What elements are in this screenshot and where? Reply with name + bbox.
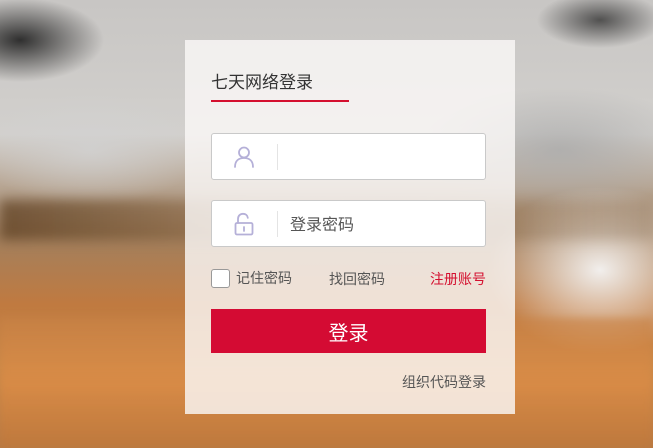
password-field[interactable] [211, 200, 486, 247]
lock-icon [232, 212, 256, 236]
tab-active-underline [211, 100, 349, 102]
username-field[interactable] [211, 133, 486, 180]
login-panel: 七天网络登录 记住密码 找回密码 注册账号 登录 组织代码登录 [185, 40, 515, 414]
register-account-link[interactable]: 注册账号 [430, 269, 486, 289]
login-button[interactable]: 登录 [211, 309, 486, 353]
remember-checkbox[interactable] [211, 268, 230, 288]
password-input[interactable] [290, 209, 475, 239]
remember-label: 记住密码 [236, 271, 292, 287]
field-separator [277, 144, 278, 170]
user-icon [232, 145, 256, 169]
username-input[interactable] [290, 142, 475, 172]
tab-qitian-login[interactable]: 七天网络登录 [211, 68, 313, 93]
forgot-password-link[interactable]: 找回密码 [329, 269, 385, 289]
remember-password[interactable]: 记住密码 [211, 268, 292, 288]
org-code-login-link[interactable]: 组织代码登录 [402, 372, 486, 392]
field-separator [277, 211, 278, 237]
